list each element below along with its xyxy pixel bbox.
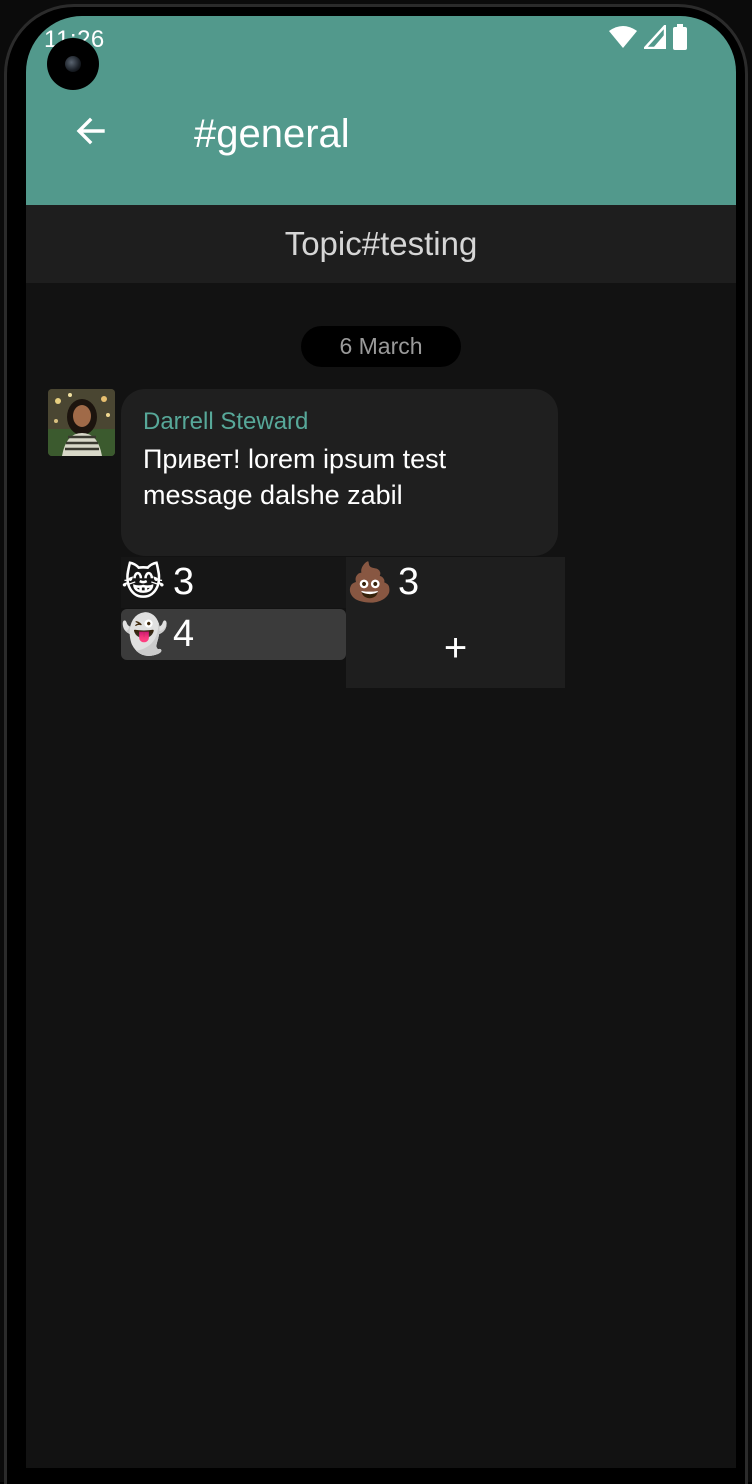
- battery-icon: [672, 23, 688, 55]
- reaction-count: 3: [173, 561, 195, 603]
- status-icons: [608, 23, 688, 55]
- cat-tears-of-joy-icon: 😹: [121, 560, 166, 604]
- signal-icon: [643, 24, 667, 54]
- channel-title: #general: [194, 112, 350, 156]
- sender-name[interactable]: Darrell Steward: [143, 407, 536, 437]
- reaction-chip[interactable]: 😹 3: [121, 557, 346, 608]
- arrow-left-icon: [75, 115, 107, 152]
- reaction-count: 3: [398, 561, 420, 603]
- message-bubble[interactable]: Darrell Steward Привет! lorem ipsum test…: [121, 389, 558, 556]
- add-reaction-button[interactable]: +: [346, 608, 565, 688]
- app-bar: 11:26: [26, 16, 736, 205]
- topic-label: Topic#testing: [284, 225, 478, 262]
- ghost-icon: 👻: [121, 612, 169, 656]
- wifi-icon: [608, 25, 638, 54]
- app-screen: 11:26: [26, 16, 736, 1468]
- camera-cutout: [47, 38, 99, 90]
- pile-of-poo-icon: 💩: [346, 560, 394, 604]
- topic-bar[interactable]: Topic#testing: [26, 205, 736, 283]
- avatar[interactable]: [48, 389, 115, 456]
- device-frame: 11:26: [0, 0, 752, 1484]
- back-button[interactable]: [66, 108, 116, 158]
- date-label: 6 March: [339, 333, 423, 359]
- reaction-chip[interactable]: 💩 3: [346, 557, 565, 608]
- reaction-count: 4: [173, 613, 195, 655]
- reaction-chip-selected[interactable]: 👻 4: [121, 609, 346, 660]
- avatar-image: [48, 389, 115, 456]
- message-text: Привет! lorem ipsum test message dalshe …: [143, 444, 447, 510]
- plus-icon: +: [443, 626, 468, 670]
- date-separator: 6 March: [301, 326, 461, 367]
